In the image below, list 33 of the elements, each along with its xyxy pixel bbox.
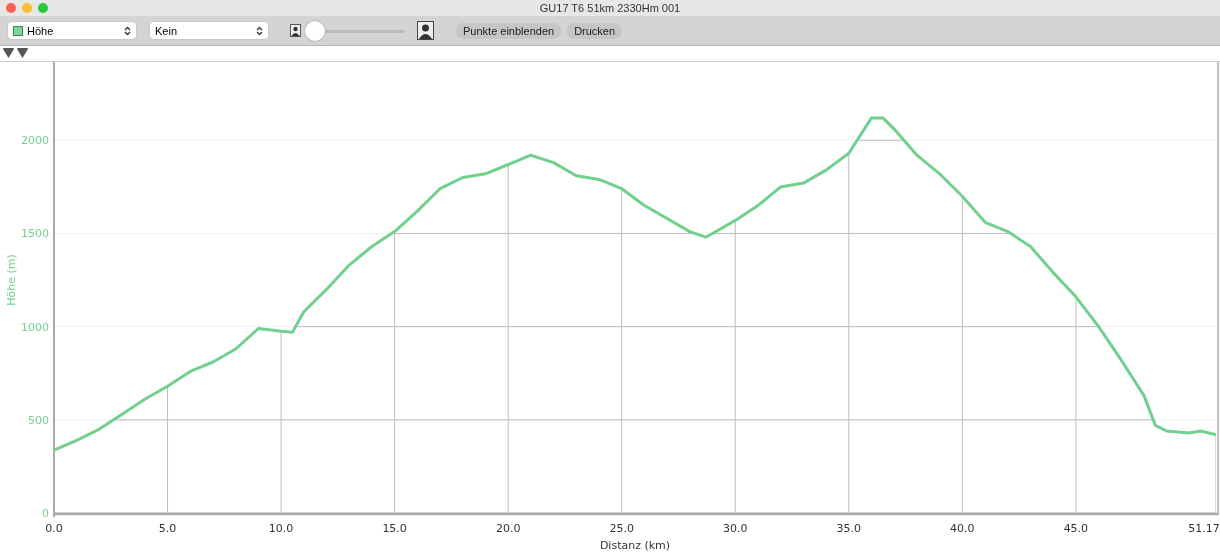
dropdown[interactable]: Höhe — [8, 22, 136, 39]
x-tick-label: 25.0 — [609, 522, 634, 535]
y-tick-label: 0 — [42, 507, 49, 520]
minimize-button[interactable] — [22, 3, 32, 13]
person-icon — [417, 21, 434, 40]
slider-thumb[interactable] — [305, 20, 325, 41]
y-axis-title: Höhe (m) — [5, 254, 18, 306]
y-tick-label: 500 — [28, 413, 49, 427]
y-tick-label: 1500 — [21, 227, 49, 241]
x-tick-label: 0.0 — [45, 522, 63, 535]
marker-icon[interactable] — [17, 48, 28, 58]
x-tick-label: 5.0 — [158, 522, 177, 535]
zoom-button[interactable] — [38, 3, 48, 13]
close-button[interactable] — [6, 3, 16, 13]
y-tick-label: 2000 — [21, 134, 49, 148]
updown-icon — [124, 25, 131, 36]
y-tick-label: 1000 — [21, 320, 49, 334]
x-axis-title: Distanz (km) — [599, 539, 671, 552]
person-icon — [290, 24, 301, 37]
x-tick-label: 30.0 — [723, 522, 748, 535]
x-tick-label: 40.0 — [950, 522, 975, 535]
marker-icon[interactable] — [3, 48, 14, 58]
x-tick-label: 10.0 — [268, 522, 294, 535]
x-tick-label: 35.0 — [836, 522, 862, 535]
toolbar-button[interactable]: Punkte einblenden — [456, 22, 562, 39]
x-tick-label: 45.0 — [1063, 522, 1089, 535]
dropdown[interactable]: Kein — [150, 22, 268, 39]
updown-icon — [256, 25, 263, 36]
window-title: GU17 T6 51km 2330Hm 001 — [539, 2, 681, 14]
x-tick-label: 20.0 — [495, 522, 521, 535]
toolbar-button[interactable]: Drucken — [567, 22, 623, 39]
x-tick-label: 51.17 — [1188, 522, 1220, 535]
x-tick-label: 15.0 — [382, 522, 407, 535]
